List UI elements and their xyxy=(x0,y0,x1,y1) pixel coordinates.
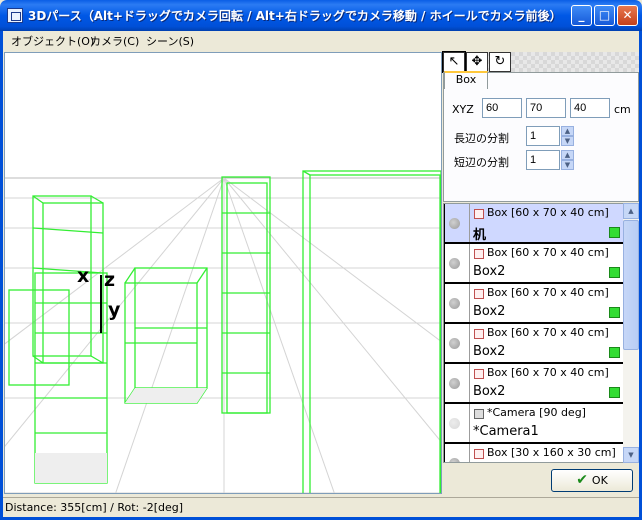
object-desc: Box [60 x 70 x 40 cm] xyxy=(487,326,609,339)
scroll-up-button[interactable]: ▲ xyxy=(623,203,639,219)
object-name: Box2 xyxy=(473,264,506,279)
ok-label: OK xyxy=(591,474,608,487)
xyz-label: XYZ xyxy=(452,103,474,116)
object-list-scrollbar[interactable]: ▲ ▼ xyxy=(623,203,639,463)
object-name: Box2 xyxy=(473,344,506,359)
color-swatch[interactable] xyxy=(609,267,620,278)
color-swatch[interactable] xyxy=(609,347,620,358)
list-item-body: Box [60 x 70 x 40 cm] Box2 xyxy=(469,284,624,322)
long-division-input[interactable] xyxy=(526,126,560,146)
camera-icon xyxy=(474,409,484,419)
short-division-label: 短辺の分割 xyxy=(454,156,509,169)
minimize-button[interactable]: _ xyxy=(571,5,592,26)
size-y-input[interactable] xyxy=(526,98,566,118)
visibility-radio[interactable] xyxy=(449,298,460,309)
object-name: Box2 xyxy=(473,384,506,399)
window-frame xyxy=(0,51,3,520)
box-icon xyxy=(474,369,484,379)
3d-viewport[interactable]: x z y xyxy=(4,52,442,494)
move-tool-icon[interactable]: ✥ xyxy=(466,52,488,72)
tool-row: ↖ ✥ ↻ xyxy=(442,51,639,73)
axis-gizmo xyxy=(100,275,102,333)
color-swatch[interactable] xyxy=(609,307,620,318)
long-division-label: 長辺の分割 xyxy=(454,132,509,145)
list-item[interactable]: Box [60 x 70 x 40 cm] Box2 xyxy=(444,244,623,284)
box-icon xyxy=(474,289,484,299)
list-item[interactable]: Box [60 x 70 x 40 cm] Box2 xyxy=(444,324,623,364)
list-item-body: Box [30 x 160 x 30 cm] xyxy=(469,444,624,462)
status-text: Distance: 355[cm] / Rot: -2[deg] xyxy=(5,501,184,514)
object-name: *Camera1 xyxy=(473,424,539,439)
color-swatch[interactable] xyxy=(609,387,620,398)
object-name: Box2 xyxy=(473,304,506,319)
object-desc: Box [60 x 70 x 40 cm] xyxy=(487,246,609,259)
app-icon xyxy=(7,8,23,23)
maximize-button[interactable]: □ xyxy=(594,5,615,26)
list-item-body: Box [60 x 70 x 40 cm] 机 xyxy=(469,204,624,243)
menu-scene[interactable]: シーン(S) xyxy=(146,33,194,49)
list-item-body: Box [60 x 70 x 40 cm] Box2 xyxy=(469,324,624,362)
object-name: 机 xyxy=(473,228,487,243)
color-swatch[interactable] xyxy=(609,227,620,238)
tab-box[interactable]: Box xyxy=(444,71,488,89)
visibility-radio[interactable] xyxy=(449,258,460,269)
unit-label: cm xyxy=(614,103,631,116)
size-x-input[interactable] xyxy=(482,98,522,118)
list-item[interactable]: Box [60 x 70 x 40 cm] 机 xyxy=(444,204,623,244)
list-item[interactable]: *Camera [90 deg] *Camera1 xyxy=(444,404,623,444)
checkmark-icon: ✔ xyxy=(576,472,588,488)
visibility-radio[interactable] xyxy=(449,218,460,229)
object-desc: Box [30 x 160 x 30 cm] xyxy=(487,446,616,459)
scroll-thumb[interactable] xyxy=(623,220,639,350)
list-item-body: Box [60 x 70 x 40 cm] Box2 xyxy=(469,244,624,282)
object-desc: *Camera [90 deg] xyxy=(487,406,586,419)
close-button[interactable]: ✕ xyxy=(617,5,638,26)
menu-camera[interactable]: カメラ(C) xyxy=(90,33,139,49)
visibility-radio[interactable] xyxy=(449,418,460,429)
object-desc: Box [60 x 70 x 40 cm] xyxy=(487,206,609,219)
rotate-tool-icon[interactable]: ↻ xyxy=(489,52,511,72)
list-item[interactable]: Box [60 x 70 x 40 cm] Box2 xyxy=(444,284,623,324)
status-bar: Distance: 355[cm] / Rot: -2[deg] xyxy=(3,497,639,517)
title-bar[interactable]: 3Dパース（Alt+ドラッグでカメラ回転 / Alt+右ドラッグでカメラ移動 /… xyxy=(0,0,642,31)
box-icon xyxy=(474,329,484,339)
visibility-radio[interactable] xyxy=(449,458,460,462)
menu-bar: オブジェクト(O) カメラ(C) シーン(S) xyxy=(0,31,642,51)
pointer-tool-icon[interactable]: ↖ xyxy=(442,51,466,73)
object-desc: Box [60 x 70 x 40 cm] xyxy=(487,366,609,379)
ok-button[interactable]: ✔ OK xyxy=(551,469,633,492)
visibility-radio[interactable] xyxy=(449,338,460,349)
scroll-down-button[interactable]: ▼ xyxy=(623,447,639,463)
list-item[interactable]: Box [60 x 70 x 40 cm] Box2 xyxy=(444,364,623,404)
short-division-input[interactable] xyxy=(526,150,560,170)
box-icon xyxy=(474,249,484,259)
box-icon xyxy=(474,209,484,219)
object-desc: Box [60 x 70 x 40 cm] xyxy=(487,286,609,299)
visibility-radio[interactable] xyxy=(449,378,460,389)
properties-panel: XYZ cm 長辺の分割 ▲▼ 短辺の分割 ▲▼ xyxy=(443,72,639,202)
size-z-input[interactable] xyxy=(570,98,610,118)
list-item-body: *Camera [90 deg] *Camera1 xyxy=(469,404,624,442)
list-item-body: Box [60 x 70 x 40 cm] Box2 xyxy=(469,364,624,402)
box-icon xyxy=(474,449,484,459)
short-division-stepper[interactable]: ▲ ▼ xyxy=(561,150,574,170)
window-title: 3Dパース（Alt+ドラッグでカメラ回転 / Alt+右ドラッグでカメラ移動 /… xyxy=(28,9,562,23)
menu-object[interactable]: オブジェクト(O) xyxy=(11,33,94,49)
long-division-stepper[interactable]: ▲ ▼ xyxy=(561,126,574,146)
object-list: Box [60 x 70 x 40 cm] 机 Box [60 x 70 x 4… xyxy=(443,203,639,463)
list-item[interactable]: Box [30 x 160 x 30 cm] xyxy=(444,444,624,462)
